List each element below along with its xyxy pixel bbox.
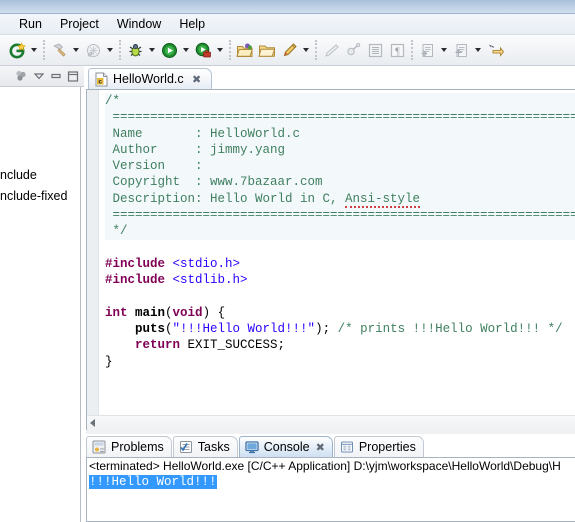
code-line: } <box>105 354 113 369</box>
debug-dropdown-arrow[interactable] <box>146 39 158 61</box>
menu-item-window[interactable]: Window <box>108 15 170 33</box>
new-wizard-dropdown-arrow[interactable] <box>28 39 40 61</box>
console-frame: <terminated> HelloWorld.exe [C/C++ Appli… <box>86 457 575 522</box>
maximize-icon[interactable] <box>64 68 81 84</box>
build-hammer-icon <box>48 39 70 61</box>
pencil-icon <box>320 39 342 61</box>
run-play-icon[interactable] <box>158 39 180 61</box>
left-view-toolbar <box>0 66 84 87</box>
code-line: Name : HelloWorld.c <box>105 125 575 142</box>
bottom-view-tab-strip: Problems Tasks Console ✖ Properties <box>86 434 575 457</box>
code-line: /* <box>105 93 575 110</box>
code-line: */ <box>105 223 575 240</box>
tab-label: Properties <box>358 440 416 454</box>
code-line: Copyright : www.7bazaar.com <box>105 174 575 191</box>
svg-text:¶: ¶ <box>395 46 400 57</box>
menu-bar: Run Project Window Help <box>0 14 575 35</box>
properties-icon <box>340 440 354 454</box>
code-line: #include <stdlib.h> <box>105 273 248 288</box>
window-title-bar <box>0 0 575 14</box>
editor-frame: /* =====================================… <box>86 89 575 433</box>
list-item[interactable]: nclude <box>0 165 84 186</box>
build-dropdown-arrow[interactable] <box>70 39 82 61</box>
editor-tab-label: HelloWorld.c <box>113 72 184 86</box>
code-line: Author : jimmy.yang <box>105 141 575 159</box>
eclipse-window: Run Project Window Help ¶ nclude nclude-… <box>0 0 575 522</box>
debug-bug-icon[interactable] <box>124 39 146 61</box>
paragraph-icon: ¶ <box>386 39 408 61</box>
external-tools-icon[interactable] <box>192 39 214 61</box>
project-explorer-view: nclude nclude-fixed <box>0 66 84 522</box>
console-output[interactable]: !!!Hello World!!! <box>87 474 575 521</box>
tab-label: Problems <box>111 440 164 454</box>
c-source-file-icon: c <box>95 72 108 87</box>
console-icon <box>245 440 259 454</box>
new-wizard-icon[interactable] <box>6 39 28 61</box>
next-annotation-dropdown-arrow[interactable] <box>438 39 450 61</box>
tab-tasks[interactable]: Tasks <box>172 436 238 457</box>
code-line: Version : <box>105 158 575 175</box>
minimize-icon[interactable] <box>47 68 64 84</box>
list-item[interactable]: nclude-fixed <box>0 186 84 207</box>
outline-view-icon <box>364 39 386 61</box>
code-line: Description: Hello World in C, Ansi-styl… <box>105 190 575 208</box>
prev-annotation-icon <box>450 39 472 61</box>
marker-pen-icon[interactable] <box>278 39 300 61</box>
last-edit-icon[interactable] <box>484 39 506 61</box>
toolbar-separator <box>229 40 231 60</box>
tab-console[interactable]: Console ✖ <box>238 436 333 457</box>
project-tree-body[interactable]: nclude nclude-fixed <box>0 87 81 522</box>
editor-area: c HelloWorld.c ✖ /* ====================… <box>86 66 575 433</box>
code-editor-text[interactable]: /* =====================================… <box>100 90 575 415</box>
editor-vertical-ruler[interactable] <box>87 90 99 415</box>
menu-item-project[interactable]: Project <box>51 15 108 33</box>
code-line: ========================================… <box>105 207 575 224</box>
code-line: puts("!!!Hello World!!!"); /* prints !!!… <box>105 322 563 337</box>
search-bubble-icon <box>342 39 364 61</box>
code-line: int main(void) { <box>105 305 226 320</box>
console-process-label: <terminated> HelloWorld.exe [C/C++ Appli… <box>89 459 561 473</box>
open-folder-icon[interactable] <box>256 39 278 61</box>
toolbar-separator <box>411 40 413 60</box>
view-filter-icon[interactable] <box>13 68 30 84</box>
tab-helloworld-c[interactable]: c HelloWorld.c ✖ <box>88 68 212 89</box>
console-view: Problems Tasks Console ✖ Properties <ter… <box>86 434 575 522</box>
tab-properties[interactable]: Properties <box>333 436 424 457</box>
svg-text:c: c <box>98 78 102 85</box>
open-resource-icon[interactable] <box>234 39 256 61</box>
tab-label: Console <box>263 440 310 454</box>
tasks-icon <box>179 440 193 454</box>
clean-icon <box>82 39 104 61</box>
console-output-selected-text: !!!Hello World!!! <box>89 475 217 489</box>
run-dropdown-arrow[interactable] <box>180 39 192 61</box>
next-annotation-icon <box>416 39 438 61</box>
toolbar-separator <box>119 40 121 60</box>
marker-pen-dropdown-arrow[interactable] <box>300 39 312 61</box>
toolbar-separator <box>43 40 45 60</box>
toolbar-separator <box>315 40 317 60</box>
prev-annotation-dropdown-arrow[interactable] <box>472 39 484 61</box>
external-tools-dropdown-arrow[interactable] <box>214 39 226 61</box>
tab-label: Tasks <box>197 440 230 454</box>
project-tree: nclude nclude-fixed <box>0 165 84 207</box>
close-icon[interactable]: ✖ <box>316 441 325 454</box>
code-line: #include <stdio.h> <box>105 256 241 271</box>
scroll-left-arrow-icon[interactable] <box>90 419 95 427</box>
clean-dropdown-arrow[interactable] <box>104 39 116 61</box>
menu-item-help[interactable]: Help <box>170 15 214 33</box>
view-menu-chevron-icon[interactable] <box>30 68 47 84</box>
menu-item-run[interactable]: Run <box>10 15 51 33</box>
editor-tab-strip: c HelloWorld.c ✖ <box>86 66 575 89</box>
tab-problems[interactable]: Problems <box>86 436 172 457</box>
code-line: return EXIT_SUCCESS; <box>105 338 286 353</box>
close-icon[interactable]: ✖ <box>191 73 203 86</box>
problems-icon <box>92 440 106 454</box>
main-toolbar: ¶ <box>0 35 575 66</box>
code-line: ========================================… <box>105 109 575 126</box>
